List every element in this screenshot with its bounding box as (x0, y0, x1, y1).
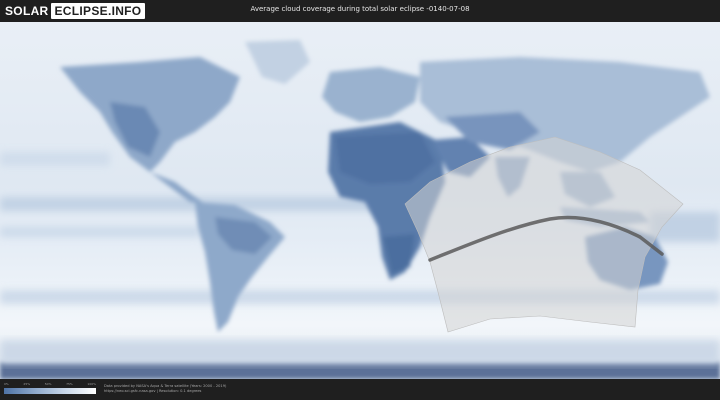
data-credit: Data provided by NASA's Aqua & Terra sat… (104, 384, 226, 394)
credit-line-2: https://neo.sci.gsfc.nasa.gov | Resoluti… (104, 389, 202, 393)
page-title: Average cloud coverage during total sola… (250, 5, 470, 13)
top-bar: SOLAR ECLIPSE.INFO Average cloud coverag… (0, 0, 720, 22)
legend-tick: 50% (44, 382, 52, 386)
antarctica (0, 362, 720, 379)
cloud-coverage-map (0, 22, 720, 379)
world-map-svg (0, 22, 720, 379)
legend-ticks: 0% 25% 50% 75% 100% (4, 382, 96, 387)
cloud-coverage-legend-bar (4, 388, 96, 394)
legend-tick: 100% (87, 382, 96, 386)
legend-tick: 75% (66, 382, 73, 386)
polar-cloud-band (0, 340, 720, 364)
legend-tick: 25% (23, 382, 31, 386)
footer-bar: 0% 25% 50% 75% 100% Data provided by NAS… (0, 379, 720, 400)
legend-tick: 0% (4, 382, 9, 386)
